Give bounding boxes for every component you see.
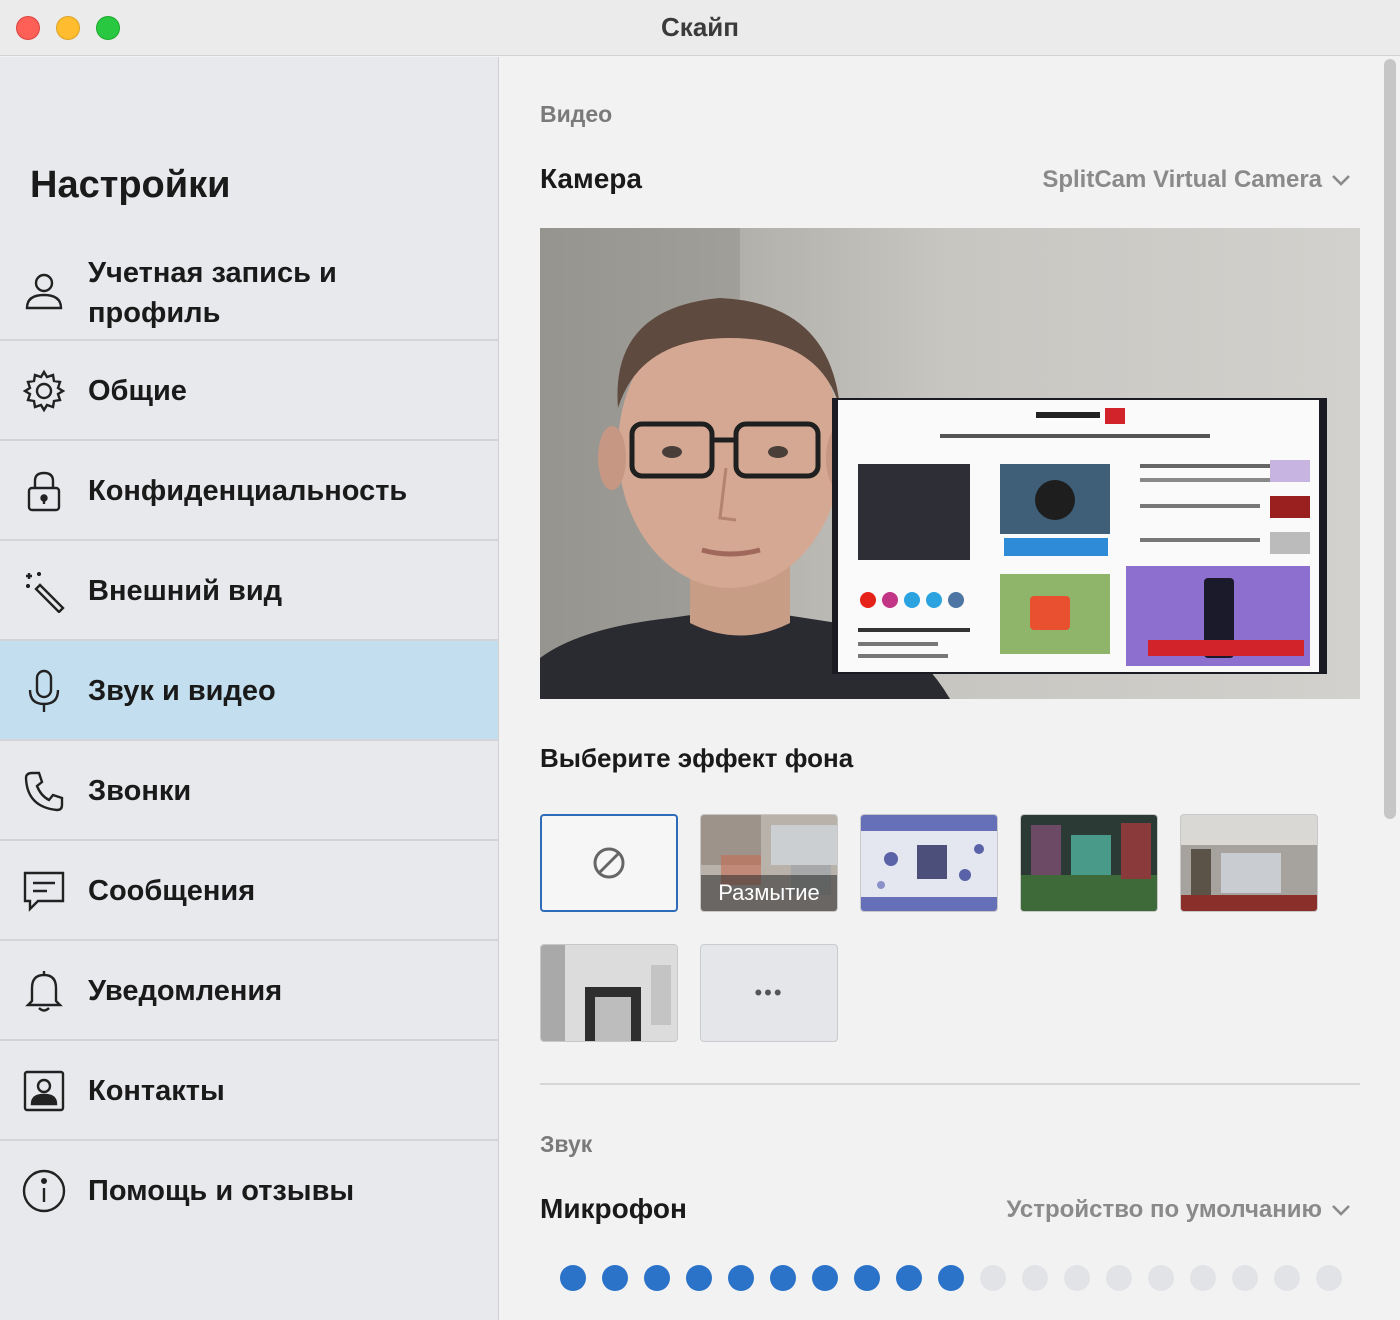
effect-image-4[interactable] (540, 944, 678, 1042)
title-bar: Скайп (0, 0, 1400, 56)
sidebar-item-label: Уведомления (88, 975, 283, 1007)
room-background-image (541, 945, 677, 1041)
no-effect-icon (593, 847, 625, 879)
level-dot (938, 1265, 964, 1291)
chevron-down-icon (1332, 175, 1350, 186)
level-dot (1022, 1265, 1048, 1291)
lock-icon (22, 469, 66, 513)
level-dot (1064, 1265, 1090, 1291)
effect-image-3[interactable] (1180, 814, 1318, 912)
sidebar-item-account[interactable]: Учетная запись и профиль (0, 245, 498, 341)
sidebar-item-notifications[interactable]: Уведомления (0, 941, 498, 1041)
level-dot (644, 1265, 670, 1291)
microphone-level-meter (560, 1265, 1342, 1291)
sidebar-item-label: Конфиденциальность (88, 475, 408, 507)
sidebar-item-label: Звук и видео (88, 675, 276, 707)
gear-icon (22, 369, 66, 413)
microphone-value: Устройство по умолчанию (1006, 1196, 1323, 1223)
audio-section-title: Звук (540, 1131, 593, 1157)
sidebar-item-label: Учетная запись и профиль (88, 257, 337, 329)
sidebar-item-label: Контакты (88, 1075, 225, 1107)
settings-content: Видео Камера SplitCam Virtual Camera Выб… (500, 57, 1400, 1320)
effect-image-1[interactable] (860, 814, 998, 912)
level-dot (770, 1265, 796, 1291)
sidebar-item-label: Сообщения (88, 875, 256, 907)
level-dot (896, 1265, 922, 1291)
loft-background-image (1181, 815, 1317, 911)
more-icon: ••• (754, 980, 784, 1005)
camera-preview-image (540, 228, 1360, 699)
level-dot (686, 1265, 712, 1291)
level-dot (1274, 1265, 1300, 1291)
level-dot (854, 1265, 880, 1291)
video-section-title: Видео (540, 101, 613, 127)
level-dot (560, 1265, 586, 1291)
effect-blur[interactable]: Размытие (700, 814, 838, 912)
office-background-image (1021, 815, 1157, 911)
sidebar-item-contacts[interactable]: Контакты (0, 1041, 498, 1141)
level-dot (1106, 1265, 1132, 1291)
bell-icon (22, 969, 66, 1013)
level-dot (728, 1265, 754, 1291)
level-dot (1232, 1265, 1258, 1291)
phone-icon (22, 769, 66, 813)
level-dot (1316, 1265, 1342, 1291)
camera-dropdown[interactable]: SplitCam Virtual Camera (1042, 166, 1352, 194)
winter-background-image (861, 815, 997, 911)
effect-image-2[interactable] (1020, 814, 1158, 912)
background-effect-label: Выберите эффект фона (540, 743, 854, 773)
sidebar-item-privacy[interactable]: Конфиденциальность (0, 441, 498, 541)
sidebar-item-appearance[interactable]: Внешний вид (0, 541, 498, 641)
sidebar-item-label: Помощь и отзывы (88, 1175, 355, 1207)
microphone-icon (22, 669, 66, 713)
sidebar-item-calls[interactable]: Звонки (0, 741, 498, 841)
level-dot (812, 1265, 838, 1291)
level-dot (980, 1265, 1006, 1291)
message-icon (22, 869, 66, 913)
sidebar-item-label: Внешний вид (88, 575, 283, 607)
level-dot (1190, 1265, 1216, 1291)
camera-label: Камера (540, 163, 642, 194)
window-title: Скайп (661, 12, 739, 42)
sidebar-item-label: Звонки (88, 775, 192, 807)
camera-preview (540, 228, 1360, 699)
sidebar-item-messages[interactable]: Сообщения (0, 841, 498, 941)
settings-sidebar: Настройки Учетная запись и профиль Общие… (0, 57, 499, 1320)
level-dot (602, 1265, 628, 1291)
sidebar-item-audio-video[interactable]: Звук и видео (0, 641, 498, 741)
section-divider (540, 1083, 1360, 1085)
scrollbar[interactable] (1384, 59, 1396, 819)
info-icon (22, 1169, 66, 1213)
sidebar-item-general[interactable]: Общие (0, 341, 498, 441)
more-effects-button[interactable]: ••• (700, 944, 838, 1042)
level-dot (1148, 1265, 1174, 1291)
effect-none[interactable] (540, 814, 678, 912)
blur-label: Размытие (701, 875, 837, 911)
sidebar-title: Настройки (30, 164, 231, 206)
sidebar-item-label: Общие (88, 375, 187, 407)
magic-wand-icon (22, 569, 66, 613)
contacts-icon (22, 1069, 66, 1113)
microphone-label: Микрофон (540, 1193, 687, 1224)
microphone-dropdown[interactable]: Устройство по умолчанию (1007, 1196, 1353, 1224)
camera-value: SplitCam Virtual Camera (1042, 166, 1322, 193)
chevron-down-icon (1332, 1205, 1350, 1216)
sidebar-item-help[interactable]: Помощь и отзывы (0, 1141, 498, 1241)
user-icon (22, 269, 66, 313)
